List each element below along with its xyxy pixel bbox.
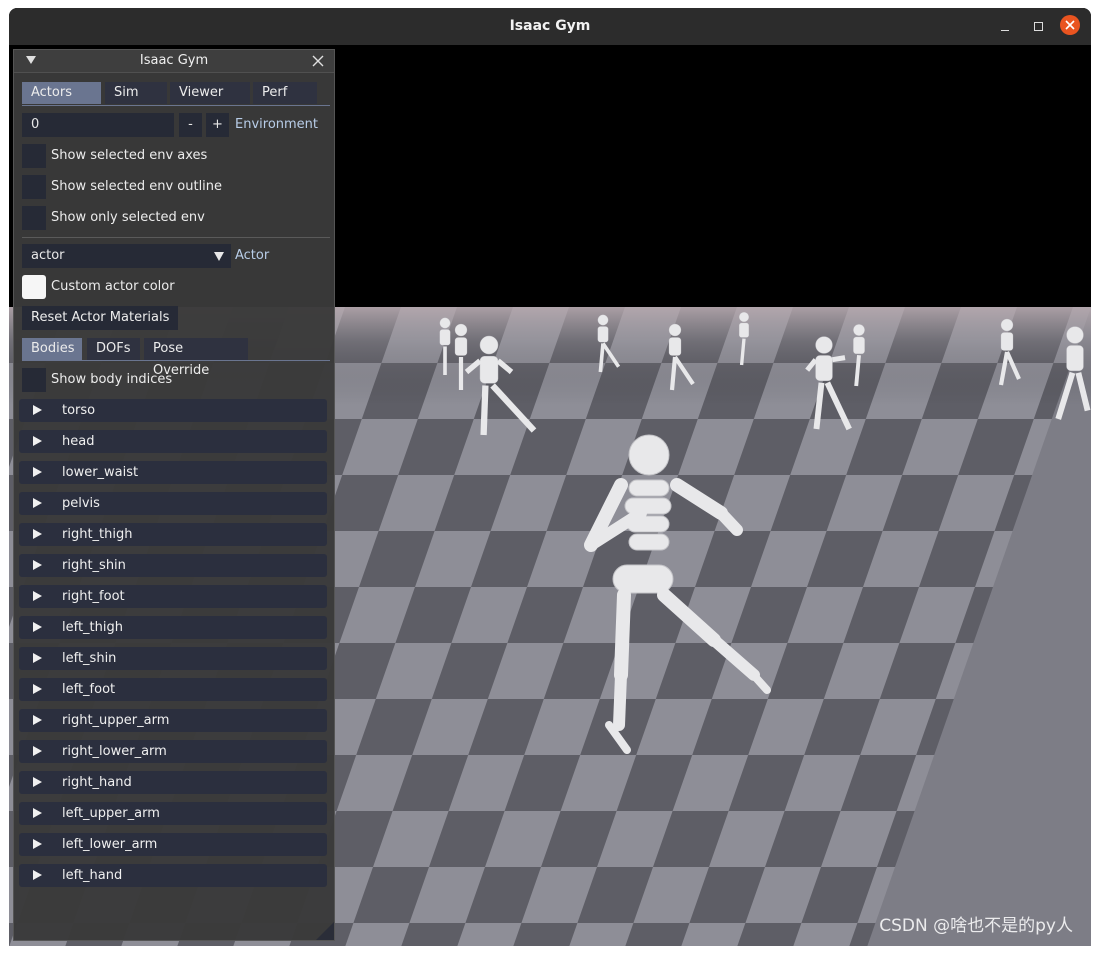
expand-arrow-icon[interactable] xyxy=(33,591,42,601)
panel-title: Isaac Gym xyxy=(139,53,209,68)
close-icon xyxy=(1065,20,1075,30)
expand-arrow-icon[interactable] xyxy=(33,560,42,570)
body-tree-node[interactable]: left_lower_arm xyxy=(19,833,327,856)
show-env-outline-checkbox[interactable] xyxy=(22,175,46,199)
body-tree-node[interactable]: head xyxy=(19,430,327,453)
body-name-label: right_thigh xyxy=(62,527,133,542)
env-increment-button[interactable]: + xyxy=(206,113,229,137)
body-tree-node[interactable]: right_hand xyxy=(19,771,327,794)
expand-arrow-icon[interactable] xyxy=(33,436,42,446)
expand-arrow-icon[interactable] xyxy=(33,405,42,415)
expand-arrow-icon[interactable] xyxy=(33,777,42,787)
expand-arrow-icon[interactable] xyxy=(33,467,42,477)
expand-arrow-icon[interactable] xyxy=(33,684,42,694)
body-name-label: right_hand xyxy=(62,775,132,790)
tab-actors[interactable]: Actors xyxy=(22,82,101,104)
environment-label: Environment xyxy=(235,117,319,132)
body-name-label: pelvis xyxy=(62,496,100,511)
body-tree-node[interactable]: right_shin xyxy=(19,554,327,577)
tab-sim[interactable]: Sim xyxy=(105,82,167,104)
watermark: CSDN @啥也不是的py人 xyxy=(879,916,1073,936)
body-tabs: Bodies DOFs Pose Override xyxy=(22,338,330,378)
show-only-env-checkbox[interactable] xyxy=(22,206,46,230)
body-name-label: right_shin xyxy=(62,558,126,573)
app-window: Isaac Gym CSDN @啥也不是的py人 Isaac Gym Actor… xyxy=(9,8,1091,946)
actor-select-value: actor xyxy=(31,248,65,263)
body-name-label: right_lower_arm xyxy=(62,744,167,759)
body-tree-node[interactable]: left_upper_arm xyxy=(19,802,327,825)
environment-input[interactable]: 0 xyxy=(22,113,174,137)
show-body-indices-checkbox[interactable] xyxy=(22,368,46,392)
window-title: Isaac Gym xyxy=(509,18,591,34)
panel-title-bar[interactable]: Isaac Gym xyxy=(14,50,334,73)
resize-grip[interactable] xyxy=(316,922,334,940)
body-tree-node[interactable]: left_thigh xyxy=(19,616,327,639)
custom-actor-color-label: Custom actor color xyxy=(51,279,175,294)
env-decrement-button[interactable]: - xyxy=(179,113,202,137)
maximize-button[interactable] xyxy=(1027,16,1049,38)
custom-actor-color-swatch[interactable] xyxy=(22,275,46,299)
tab-pose-override[interactable]: Pose Override xyxy=(144,338,248,378)
tab-dofs[interactable]: DOFs xyxy=(87,338,140,360)
actor-select[interactable]: actor xyxy=(22,244,231,268)
expand-arrow-icon[interactable] xyxy=(33,746,42,756)
body-tree-node[interactable]: right_lower_arm xyxy=(19,740,327,763)
body-tree-node[interactable]: lower_waist xyxy=(19,461,327,484)
chevron-down-icon[interactable] xyxy=(207,244,231,268)
title-bar[interactable]: Isaac Gym xyxy=(9,8,1091,45)
body-tree-node[interactable]: left_hand xyxy=(19,864,327,887)
close-window-button[interactable] xyxy=(1060,15,1080,35)
body-tree-node[interactable]: pelvis xyxy=(19,492,327,515)
body-name-label: left_hand xyxy=(62,868,123,883)
expand-arrow-icon[interactable] xyxy=(33,839,42,849)
show-env-axes-checkbox[interactable] xyxy=(22,144,46,168)
body-tree-node[interactable]: left_foot xyxy=(19,678,327,701)
main-tabs: Actors Sim Viewer Perf xyxy=(22,82,330,106)
body-name-label: left_foot xyxy=(62,682,116,697)
minimize-button[interactable] xyxy=(994,16,1016,38)
body-name-label: right_foot xyxy=(62,589,125,604)
tab-viewer[interactable]: Viewer xyxy=(170,82,250,104)
body-name-label: torso xyxy=(62,403,96,418)
expand-arrow-icon[interactable] xyxy=(33,653,42,663)
body-tree-node[interactable]: right_foot xyxy=(19,585,327,608)
body-name-label: left_thigh xyxy=(62,620,123,635)
expand-arrow-icon[interactable] xyxy=(33,715,42,725)
show-env-axes-label: Show selected env axes xyxy=(51,148,208,163)
body-name-label: lower_waist xyxy=(62,465,139,480)
expand-arrow-icon[interactable] xyxy=(33,870,42,880)
tab-bodies[interactable]: Bodies xyxy=(22,338,82,360)
isaac-gym-panel: Isaac Gym Actors Sim Viewer Perf 0 - + E… xyxy=(13,49,335,941)
expand-arrow-icon[interactable] xyxy=(33,529,42,539)
close-icon[interactable] xyxy=(310,53,326,69)
expand-arrow-icon[interactable] xyxy=(33,808,42,818)
body-name-label: left_lower_arm xyxy=(62,837,158,852)
expand-arrow-icon[interactable] xyxy=(33,498,42,508)
actor-label: Actor xyxy=(235,248,270,263)
show-env-outline-label: Show selected env outline xyxy=(51,179,223,194)
reset-actor-materials-button[interactable]: Reset Actor Materials xyxy=(22,306,179,330)
expand-arrow-icon[interactable] xyxy=(33,622,42,632)
show-body-indices-label: Show body indices xyxy=(51,372,173,387)
show-only-env-label: Show only selected env xyxy=(51,210,205,225)
body-tree-node[interactable]: right_thigh xyxy=(19,523,327,546)
tab-perf[interactable]: Perf xyxy=(253,82,317,104)
body-tree-node[interactable]: torso xyxy=(19,399,327,422)
body-name-label: right_upper_arm xyxy=(62,713,170,728)
body-tree-node[interactable]: left_shin xyxy=(19,647,327,670)
body-name-label: left_shin xyxy=(62,651,117,666)
body-tree-node[interactable]: right_upper_arm xyxy=(19,709,327,732)
divider xyxy=(22,237,330,238)
body-name-label: head xyxy=(62,434,95,449)
body-name-label: left_upper_arm xyxy=(62,806,160,821)
